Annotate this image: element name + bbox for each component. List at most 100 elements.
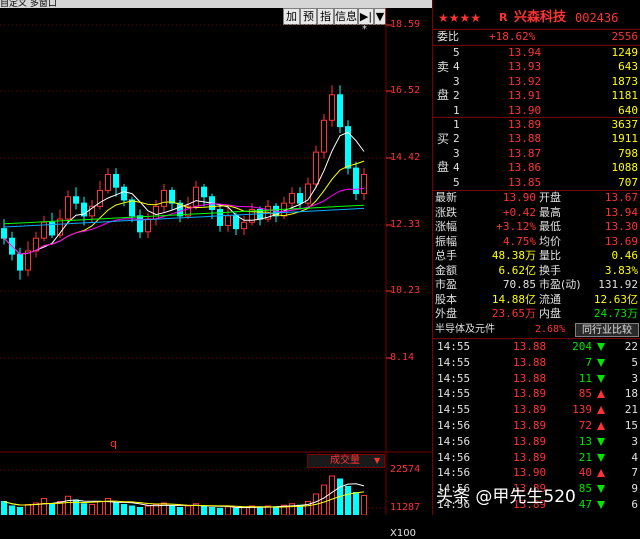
tick-price: 13.89 xyxy=(513,403,547,417)
kline-chart-area[interactable]: 自定义 多窗口 加预指信息 ▶| ▼ 18.59 16.52 14.42 12.33 10.… xyxy=(0,0,432,539)
volume-label-mid: 11287 xyxy=(390,502,421,513)
sells-order-row[interactable]: 5 13.94 1249 xyxy=(433,46,640,61)
volume-bar xyxy=(41,498,47,515)
sells-order-row[interactable]: 1 13.90 640 xyxy=(433,104,640,119)
candle-body xyxy=(361,173,367,195)
tick-row[interactable]: 14:55 13.89 85 18 xyxy=(433,387,640,402)
stat-label: 涨幅 xyxy=(435,220,457,233)
tick-price: 13.89 xyxy=(513,450,547,464)
stat-label: 外盘 xyxy=(435,307,457,320)
compare-industry-button[interactable]: 同行业比较 xyxy=(575,323,639,337)
chevron-down-icon[interactable]: ▼ xyxy=(374,455,380,467)
stat-label: 股本 xyxy=(435,292,457,306)
tick-row[interactable]: 14:55 13.88 7 5 xyxy=(433,356,640,371)
stat-label: 最低 xyxy=(539,220,561,233)
tick-count: 3 xyxy=(631,434,638,448)
stat-label: 金额 xyxy=(435,263,457,277)
stock-name: 兴森科技 xyxy=(514,10,567,25)
stats-row: 振幅 4.75% 均价 13.69 xyxy=(433,235,640,250)
tick-row[interactable]: 14:55 13.88 11 3 xyxy=(433,372,640,387)
candle-body xyxy=(113,173,119,188)
stat-value: +0.42 xyxy=(502,205,536,219)
stats-row: 股本 14.88亿 流通 12.63亿 xyxy=(433,293,640,308)
stat-value: 12.63亿 xyxy=(593,292,638,306)
rating-stars: ★★★★ xyxy=(438,11,482,25)
order-price: 13.93 xyxy=(508,60,542,74)
stats-row: 金额 6.62亿 换手 3.83% xyxy=(433,264,640,279)
order-volume: 707 xyxy=(618,175,638,189)
buys-order-row[interactable]: 2 13.88 1911 xyxy=(433,132,640,147)
buy-label-2: 盘 xyxy=(437,160,450,174)
volume-bar xyxy=(201,505,207,515)
stats-row: 市盈 70.85 市盈(动) 131.92 xyxy=(433,278,640,293)
tick-price: 13.89 xyxy=(513,419,547,432)
arrow-down-icon xyxy=(597,435,605,450)
arrow-down-icon xyxy=(597,340,605,355)
industry-name[interactable]: 半导体及元件 xyxy=(435,322,495,338)
order-price: 13.88 xyxy=(508,132,542,146)
tick-row[interactable]: 14:56 13.89 21 4 xyxy=(433,451,640,466)
stat-label: 流通 xyxy=(539,292,561,306)
stat-label: 涨跌 xyxy=(435,205,457,219)
tick-row[interactable]: 14:56 13.89 13 3 xyxy=(433,435,640,450)
star-marker: * xyxy=(362,24,367,35)
webi-value: +18.62% xyxy=(489,30,536,43)
candlesticks xyxy=(1,85,367,280)
volume-bar xyxy=(65,495,71,515)
order-price: 13.89 xyxy=(508,118,542,131)
volume-bar xyxy=(25,504,31,515)
volume-bar xyxy=(9,505,15,515)
r-mark: R xyxy=(499,11,508,24)
stat-value: 13.30 xyxy=(604,220,638,233)
candle-body xyxy=(17,253,23,271)
tick-row[interactable]: 14:55 13.89 139 21 xyxy=(433,403,640,418)
tick-count: 22 xyxy=(624,340,638,353)
price-label: 10.23 xyxy=(390,285,421,296)
volume-bar xyxy=(161,502,167,515)
stat-value: 6.62亿 xyxy=(498,263,537,277)
candle-body xyxy=(169,189,175,204)
arrow-down-icon xyxy=(597,372,605,387)
sells-order-row[interactable]: 4 13.93 643 xyxy=(433,60,640,75)
volume-indicator-selector[interactable]: 成交量 ▼ xyxy=(307,454,385,468)
volume-bar xyxy=(17,507,23,515)
candle-body xyxy=(121,186,127,201)
buys-order-row[interactable]: 5 13.85 707 xyxy=(433,176,640,191)
candle-body xyxy=(73,196,79,204)
stat-value: 70.85 xyxy=(502,278,536,291)
volume-bar xyxy=(329,475,335,515)
buys-order-row[interactable]: 3 13.87 798 xyxy=(433,147,640,162)
candle-body xyxy=(161,189,167,207)
buys-order-row[interactable]: 1 13.89 3637 xyxy=(433,118,640,133)
webi-row: 委比 +18.62% 2556 xyxy=(433,30,640,45)
order-volume: 1873 xyxy=(611,74,639,88)
stat-label: 均价 xyxy=(539,234,561,248)
candle-body xyxy=(225,215,231,226)
stat-value: 13.90 xyxy=(502,191,536,204)
arrow-down-icon xyxy=(597,451,605,466)
volume-bar xyxy=(177,507,183,515)
tick-time: 14:56 xyxy=(437,450,471,464)
candle-body xyxy=(241,221,247,230)
buys-order-row[interactable]: 4 13.86 1088 xyxy=(433,161,640,176)
stat-value: 13.69 xyxy=(604,234,638,248)
order-price: 13.86 xyxy=(508,161,542,175)
tick-row[interactable]: 14:56 13.89 72 15 xyxy=(433,419,640,434)
sell-label-1: 卖 xyxy=(437,60,450,74)
sells-order-row[interactable]: 3 13.92 1873 xyxy=(433,75,640,90)
volume-bar xyxy=(97,501,103,515)
volume-title: 成交量 xyxy=(330,455,360,466)
tick-count: 21 xyxy=(624,403,638,417)
order-price: 13.87 xyxy=(508,146,542,160)
volume-bar xyxy=(81,503,87,515)
arrow-up-icon xyxy=(597,387,605,402)
tick-time: 14:55 xyxy=(437,387,471,401)
order-volume: 3637 xyxy=(611,118,639,131)
sells-order-row[interactable]: 2 13.91 1181 xyxy=(433,89,640,104)
tick-row[interactable]: 14:55 13.88 204 22 xyxy=(433,340,640,355)
price-label: 18.59 xyxy=(390,19,421,30)
stat-value: 23.65万 xyxy=(491,307,536,320)
tick-price: 13.89 xyxy=(513,387,547,401)
volume-bar xyxy=(1,501,7,515)
tick-volume: 7 xyxy=(585,355,592,369)
